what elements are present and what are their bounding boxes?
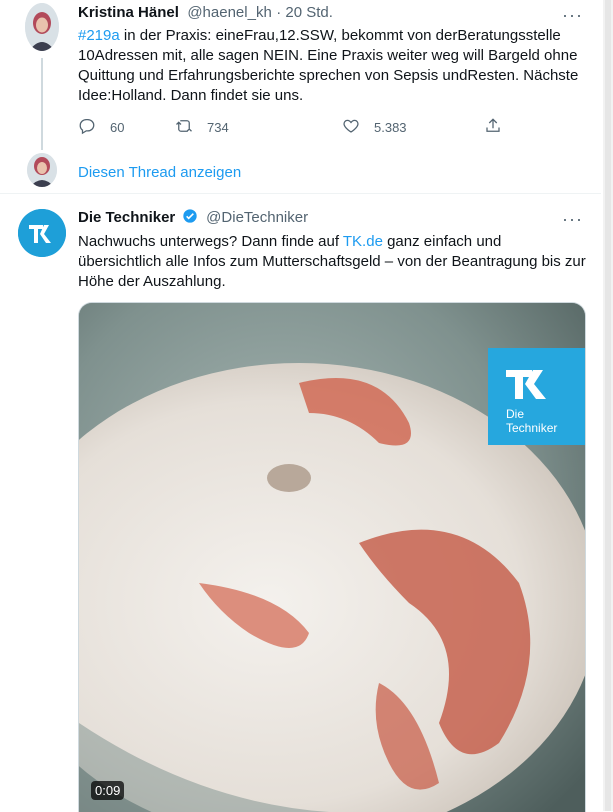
more-options-icon[interactable]: ··· (562, 210, 583, 228)
thread-line (41, 58, 43, 150)
reply-button[interactable]: 60 (78, 117, 124, 138)
scrollbar[interactable] (603, 0, 613, 811)
retweet-count: 734 (207, 120, 229, 135)
tk-logo-text-2: Techniker (506, 421, 558, 435)
more-options-icon[interactable]: ··· (562, 6, 583, 24)
scrollbar-thumb[interactable] (605, 0, 611, 811)
author-name[interactable]: Die Techniker (78, 209, 175, 226)
show-thread-link[interactable]: Diesen Thread anzeigen (78, 164, 241, 181)
verified-badge-icon (182, 208, 198, 224)
share-icon (484, 117, 502, 138)
like-count: 5.383 (374, 120, 407, 135)
tweet1-body: in der Praxis: eineFrau,12.SSW, bekommt … (78, 27, 579, 104)
hashtag-link[interactable]: #219a (78, 27, 120, 44)
author-name[interactable]: Kristina Hänel (78, 4, 179, 21)
tweet1-actions: 60 734 5.383 (78, 117, 518, 141)
tweet1-text: #219a in der Praxis: eineFrau,12.SSW, be… (78, 26, 588, 106)
tweet1-header: Kristina Hänel @haenel_kh · 20 Std. (78, 4, 333, 22)
tk-logo-icon (18, 209, 66, 257)
avatar-kristina-small[interactable] (27, 153, 57, 187)
tweet2-text: Nachwuchs unterwegs? Dann finde auf TK.d… (78, 232, 588, 292)
avatar-techniker[interactable] (18, 209, 66, 257)
share-button[interactable] (484, 117, 502, 138)
tk-badge-logo: Die Techniker (488, 348, 585, 445)
video-player[interactable]: Die Techniker 0:09 (78, 302, 586, 812)
author-handle[interactable]: @haenel_kh (187, 4, 271, 21)
reply-count: 60 (110, 120, 125, 135)
video-duration: 0:09 (91, 781, 125, 800)
tk-link[interactable]: TK.de (343, 233, 383, 250)
tweet2-text-before: Nachwuchs unterwegs? Dann finde auf (78, 233, 343, 250)
tweet2-header: Die Techniker @DieTechniker (78, 208, 308, 227)
author-handle[interactable]: @DieTechniker (206, 209, 308, 226)
heart-icon (342, 117, 360, 138)
avatar-kristina[interactable] (25, 3, 59, 51)
tweet-time[interactable]: · 20 Std. (276, 4, 333, 21)
like-button[interactable]: 5.383 (342, 117, 407, 138)
retweet-button[interactable]: 734 (175, 117, 229, 138)
tweet-kristina[interactable]: Kristina Hänel @haenel_kh · 20 Std. ··· … (0, 0, 601, 193)
tk-logo-text-1: Die (506, 407, 525, 421)
retweet-icon (175, 117, 193, 138)
reply-icon (78, 117, 96, 138)
